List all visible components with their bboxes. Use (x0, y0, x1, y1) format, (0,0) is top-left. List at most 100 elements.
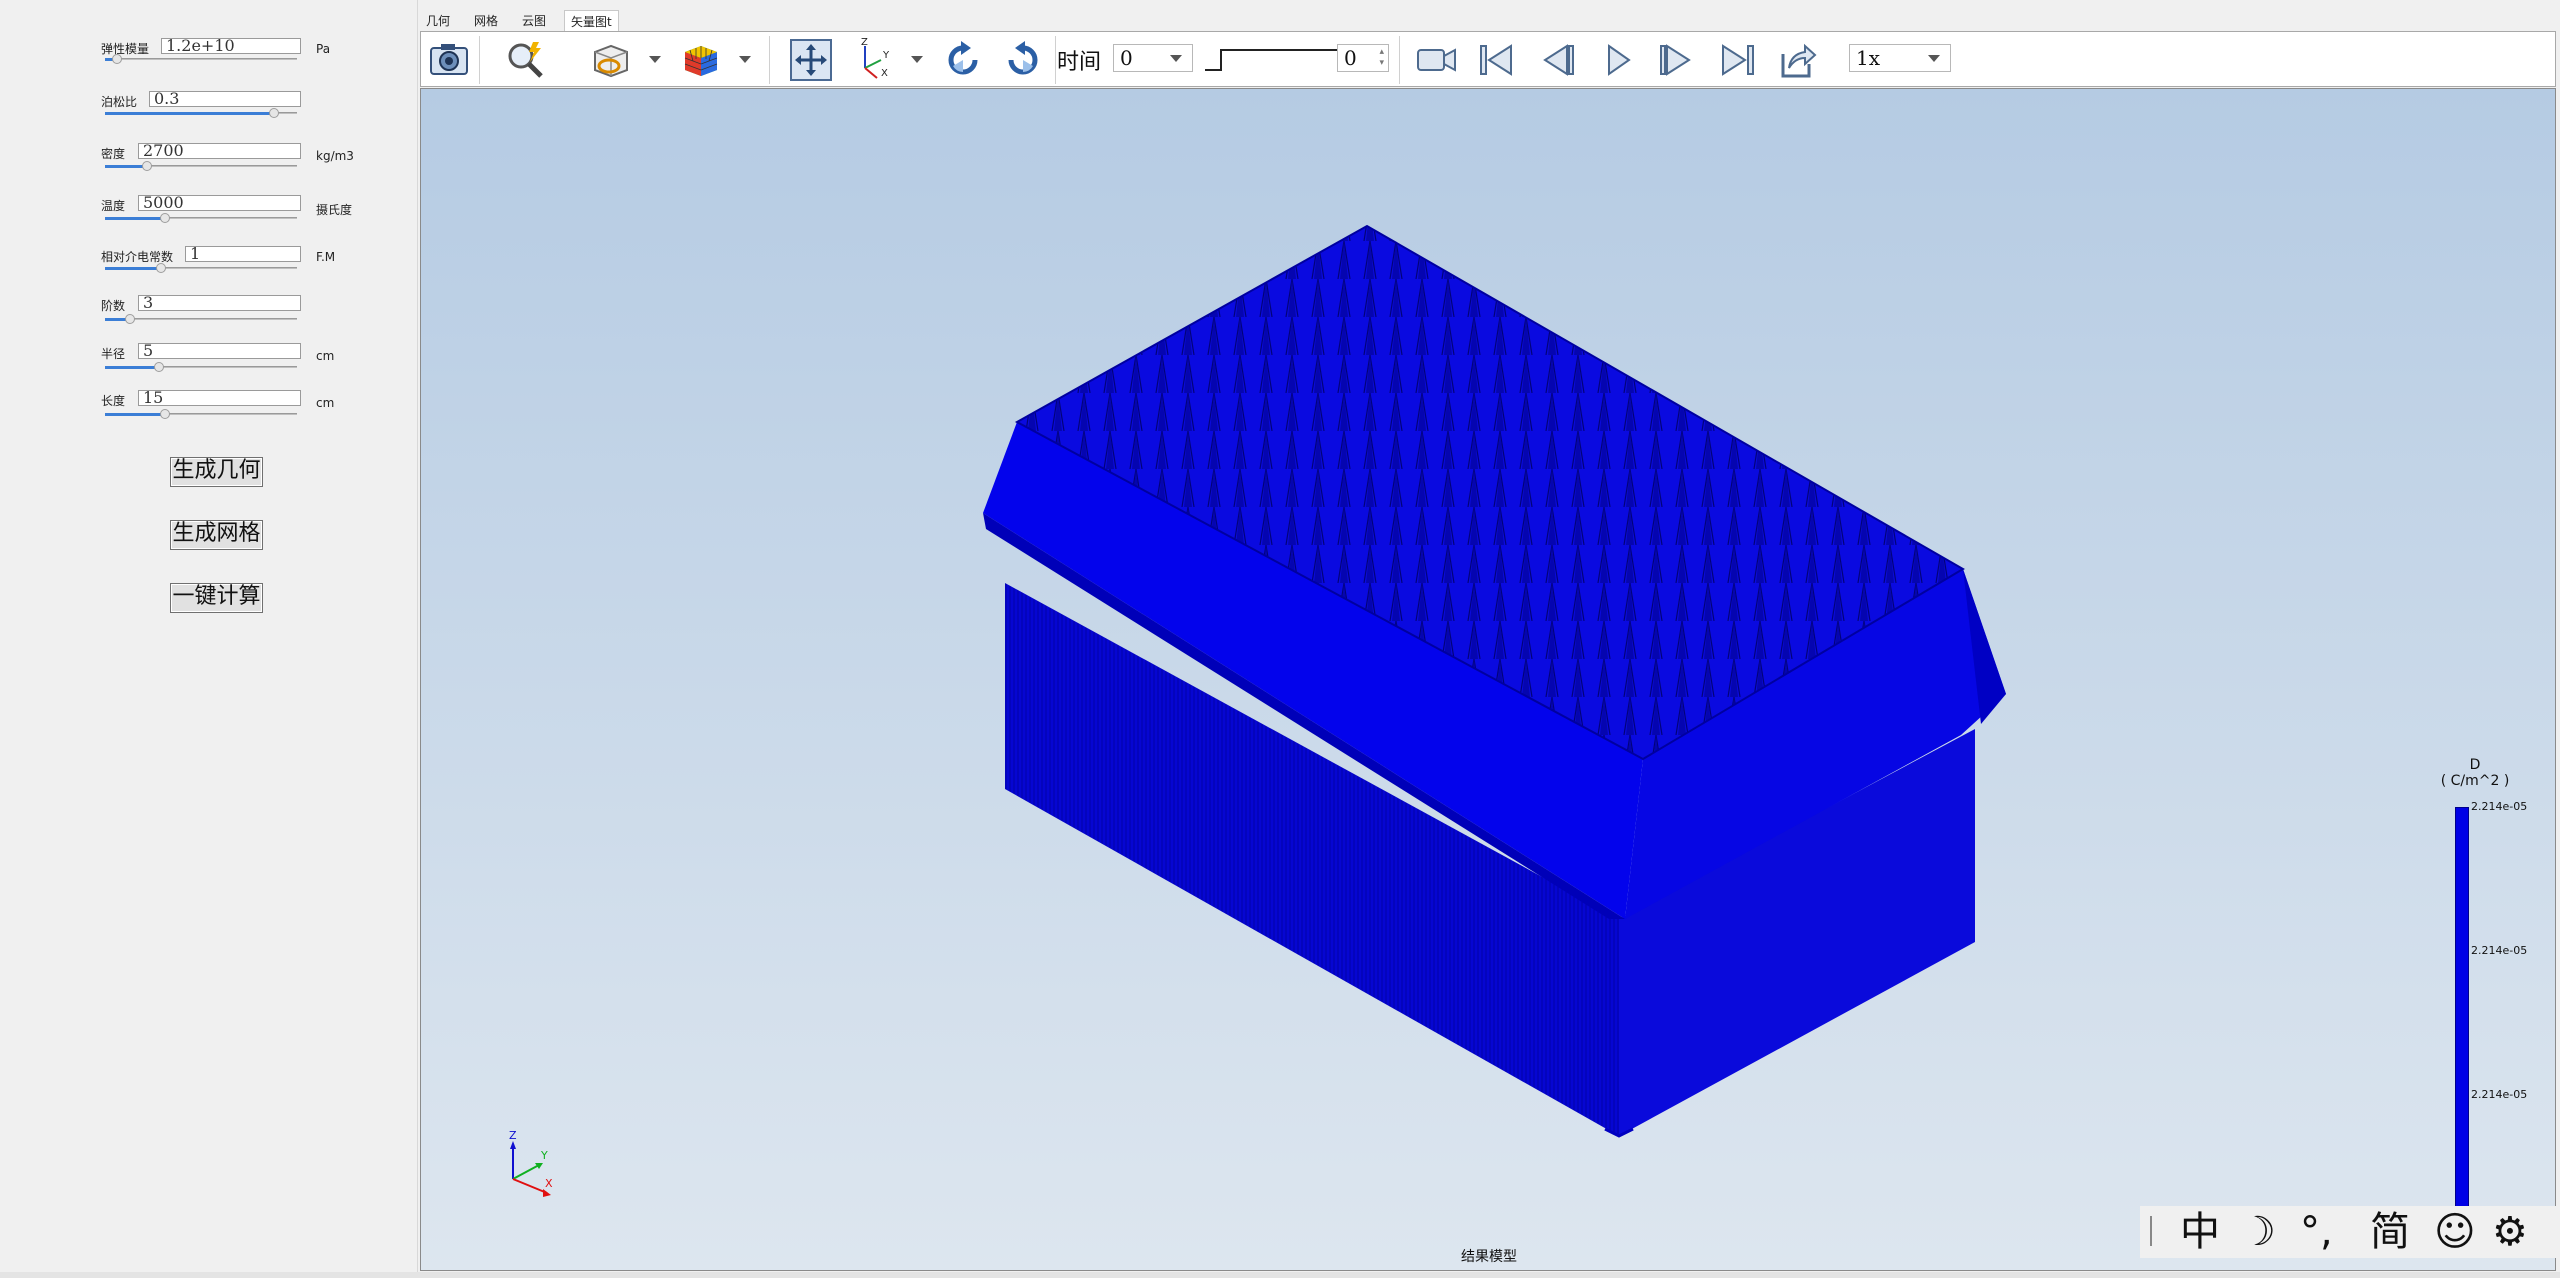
legend-tick-top: 2.214e-05 (2471, 800, 2528, 813)
legend-color-bar (2455, 807, 2469, 1247)
axes-triad: Z Y X (509, 1129, 553, 1197)
slider-fill (105, 112, 274, 115)
viewer-toolbar: Z Y X 时间 0 0 ▴ ▾ 1x (420, 31, 2556, 87)
tab-geometry[interactable]: 几何 (420, 10, 456, 32)
tab-contour[interactable]: 云图 (516, 10, 552, 32)
step-forward-icon[interactable] (1655, 38, 1699, 82)
slider-fill (105, 366, 159, 369)
zoom-fit-icon[interactable] (503, 38, 547, 82)
rotate-clockwise-icon[interactable] (941, 38, 985, 82)
skip-to-end-icon[interactable] (1715, 38, 1759, 82)
generate-mesh-button[interactable]: 生成网格 (170, 520, 263, 550)
axis-y-line (512, 1164, 540, 1180)
param-label: 长度 (101, 394, 126, 408)
color-cube-icon[interactable] (679, 38, 723, 82)
axis-z-arrow (510, 1141, 516, 1149)
param-row-order: 阶数 3 (0, 295, 418, 337)
legend-title: D ( C/m^2 ) (2415, 757, 2535, 789)
ime-chinese-mode[interactable]: 中 (2180, 1210, 2220, 1254)
poisson-ratio-input[interactable]: 0.3 (149, 91, 301, 107)
slider-fill (105, 217, 165, 220)
step-backward-icon[interactable] (1535, 38, 1579, 82)
play-icon[interactable] (1595, 38, 1639, 82)
legend-tick-middle: 2.214e-05 (2471, 944, 2528, 957)
video-camera-icon[interactable] (1415, 38, 1459, 82)
length-slider[interactable] (105, 409, 297, 419)
camera-icon[interactable] (427, 38, 471, 82)
time-select-value: 0 (1120, 46, 1133, 70)
param-label: 阶数 (101, 299, 126, 313)
param-label: 半径 (101, 347, 126, 361)
elastic-modulus-input[interactable]: 1.2e+10 (161, 38, 301, 54)
temperature-slider[interactable] (105, 213, 297, 223)
slider-handle[interactable] (112, 54, 122, 64)
ime-punctuation[interactable]: °, (2300, 1210, 2333, 1254)
skip-to-start-icon[interactable] (1475, 38, 1519, 82)
speed-select[interactable]: 1x (1849, 44, 1951, 72)
axis-z-label: Z (509, 1129, 517, 1142)
slider-handle[interactable] (269, 108, 279, 118)
toolbar-axis-x: X (881, 68, 888, 79)
export-icon[interactable] (1775, 38, 1819, 82)
one-click-compute-button[interactable]: 一键计算 (170, 583, 263, 613)
order-input[interactable]: 3 (138, 295, 301, 311)
chevron-down-icon[interactable] (739, 56, 751, 63)
slider-handle[interactable] (125, 314, 135, 324)
time-step-slider[interactable] (1203, 46, 1347, 74)
order-slider[interactable] (105, 314, 297, 324)
ime-toolbar: 中 ☽ °, 简 ☺ ⚙ (2140, 1206, 2560, 1258)
radius-slider[interactable] (105, 362, 297, 372)
chevron-down-icon (1170, 55, 1182, 62)
param-unit: cm (316, 349, 335, 363)
slider-handle[interactable] (156, 263, 166, 273)
pan-icon[interactable] (789, 38, 833, 82)
chevron-down-icon[interactable] (649, 56, 661, 63)
gear-icon[interactable]: ⚙ (2492, 1210, 2528, 1254)
param-unit: F.M (316, 250, 336, 264)
slider-handle[interactable] (160, 213, 170, 223)
relative-permittivity-input[interactable]: 1 (185, 246, 301, 262)
time-select[interactable]: 0 (1113, 44, 1193, 72)
spin-down-icon[interactable]: ▾ (1379, 58, 1384, 68)
relative-permittivity-slider[interactable] (105, 263, 297, 273)
density-input[interactable]: 2700 (138, 143, 301, 159)
param-unit: 摄氏度 (316, 203, 353, 217)
slider-handle[interactable] (142, 161, 152, 171)
legend-unit: ( C/m^2 ) (2440, 773, 2510, 789)
smiley-icon[interactable]: ☺ (2434, 1210, 2476, 1254)
frame-spinbox[interactable]: 0 ▴ ▾ (1337, 44, 1389, 72)
axis-x-line (512, 1178, 548, 1194)
spin-up-icon[interactable]: ▴ (1379, 47, 1384, 57)
axes-orientation-icon[interactable]: Z Y X (853, 38, 897, 82)
chevron-down-icon[interactable] (911, 56, 923, 63)
temperature-input[interactable]: 5000 (138, 195, 301, 211)
density-slider[interactable] (105, 161, 297, 171)
param-label: 弹性模量 (101, 42, 150, 56)
param-label: 密度 (101, 147, 126, 161)
param-row-length: 长度 15 cm (0, 390, 418, 432)
slider-handle[interactable] (160, 409, 170, 419)
legend-variable: D (2469, 757, 2481, 773)
length-input[interactable]: 15 (138, 390, 301, 406)
slider-handle[interactable] (154, 362, 164, 372)
param-row-temperature: 温度 5000 摄氏度 (0, 195, 418, 237)
param-row-poisson-ratio: 泊松比 0.3 (0, 91, 418, 133)
rotate-counterclockwise-icon[interactable] (1001, 38, 1045, 82)
ime-simplified[interactable]: 简 (2370, 1210, 2410, 1254)
axis-x-label: X (545, 1177, 553, 1190)
generate-geometry-button[interactable]: 生成几何 (170, 457, 263, 487)
display-mode-icon[interactable] (589, 38, 633, 82)
result-viewport[interactable]: Z Y X D ( C/m^2 ) 2.214e-05 2.214e-05 2.… (420, 88, 2556, 1271)
elastic-modulus-slider[interactable] (105, 54, 297, 64)
ime-drag-handle[interactable] (2150, 1216, 2152, 1246)
moon-icon[interactable]: ☽ (2240, 1210, 2276, 1254)
param-unit: Pa (316, 42, 331, 56)
toolbar-separator (479, 36, 480, 84)
poisson-ratio-slider[interactable] (105, 108, 297, 118)
radius-input[interactable]: 5 (138, 343, 301, 359)
tab-mesh[interactable]: 网格 (468, 10, 504, 32)
param-label: 温度 (101, 199, 126, 213)
tab-vector[interactable]: 矢量图t (564, 10, 619, 32)
result-model[interactable]: Z Y X (421, 89, 2556, 1271)
toolbar-separator (1399, 36, 1400, 84)
